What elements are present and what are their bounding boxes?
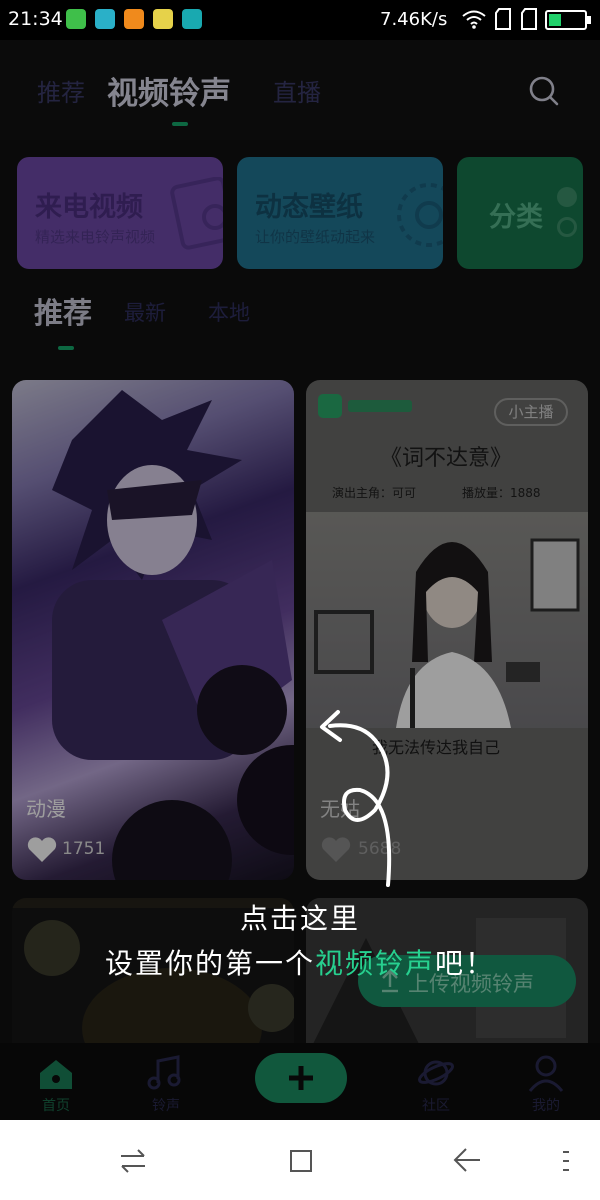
status-bar: 21:34 7.46K/s (0, 0, 600, 40)
category-subtitle: 精选来电铃声视频 (35, 228, 156, 246)
category-classify[interactable]: 分类 (457, 157, 583, 269)
system-nav-bar (0, 1120, 600, 1200)
subtab-indicator (58, 346, 74, 350)
poster-meta-left: 演出主角：可可 (332, 486, 417, 500)
heart-icon[interactable] (26, 836, 58, 864)
nav-label: 首页 (42, 1098, 70, 1114)
guide-arrow (320, 710, 392, 887)
app-notification-icon (95, 9, 115, 29)
like-count: 1751 (62, 839, 106, 859)
category-incoming-video[interactable]: 来电视频 精选来电铃声视频 (17, 157, 223, 269)
video-card[interactable]: 动漫 1751 (12, 380, 294, 880)
hint-text: 设置你的第一个 (104, 947, 315, 980)
nav-label: 我的 (532, 1098, 560, 1114)
category-live-wallpaper[interactable]: 动态壁纸 让你的壁纸动起来 (237, 157, 443, 269)
battery-icon (545, 10, 591, 30)
nav-home[interactable]: 首页 (16, 1043, 96, 1120)
hint-line-2: 设置你的第一个视频铃声吧！ (0, 942, 600, 982)
video-frame (306, 512, 588, 728)
category-title: 来电视频 (35, 192, 143, 223)
girl-thumbnail (314, 538, 580, 728)
poster-title: 《词不达意》 (380, 446, 513, 471)
user-icon (528, 1055, 564, 1092)
category-title: 动态壁纸 (255, 192, 363, 223)
tab-video-ringtone[interactable]: 视频铃声 (107, 68, 231, 113)
app-notification-icon (153, 9, 173, 29)
streamer-badge: 小主播 (494, 398, 568, 426)
nav-ringtone[interactable]: 铃声 (126, 1043, 206, 1120)
tab-recommend[interactable]: 推荐 (37, 73, 85, 108)
hint-text: 吧！ (435, 947, 496, 980)
video-label: 动漫 (26, 797, 66, 821)
wifi-icon (462, 10, 486, 29)
music-note-icon (147, 1055, 181, 1090)
back-icon[interactable] (452, 1146, 482, 1174)
plus-icon (289, 1066, 313, 1090)
decor-dot (557, 187, 577, 207)
hint-highlight: 视频铃声 (314, 947, 435, 980)
subtab-recommend[interactable]: 推荐 (34, 290, 92, 332)
sim-icon (495, 8, 511, 30)
search-icon[interactable] (528, 75, 560, 107)
app-logo-text (348, 400, 412, 412)
switch-icon[interactable] (118, 1148, 148, 1174)
category-title: 分类 (489, 202, 543, 233)
subtab-local[interactable]: 本地 (208, 297, 250, 327)
nav-profile[interactable]: 我的 (506, 1043, 586, 1120)
hint-text: 点击这里 (239, 902, 360, 935)
nav-label: 社区 (422, 1098, 450, 1114)
app-notification-icon (66, 9, 86, 29)
nav-label: 铃声 (152, 1098, 180, 1114)
network-speed: 7.46K/s (380, 9, 448, 30)
usb-icon (182, 9, 202, 29)
home-icon (40, 1060, 72, 1089)
warning-icon (124, 9, 144, 29)
home-square-icon[interactable] (288, 1148, 314, 1174)
status-time: 21:34 (8, 8, 63, 30)
decor-dot (557, 217, 577, 237)
create-button[interactable] (255, 1053, 347, 1103)
menu-dots-icon[interactable] (560, 1148, 572, 1174)
nav-community[interactable]: 社区 (396, 1043, 476, 1120)
hint-line-1: 点击这里 (0, 897, 600, 937)
active-tab-indicator (172, 122, 188, 126)
top-header: 推荐 视频铃声 直播 (0, 40, 600, 140)
wallpaper-gear-icon (397, 183, 443, 247)
planet-icon (417, 1060, 455, 1086)
tab-live[interactable]: 直播 (273, 73, 321, 108)
bottom-nav: 首页 铃声 社区 我的 (0, 1043, 600, 1120)
category-subtitle: 让你的壁纸动起来 (255, 228, 376, 246)
app-logo-icon (318, 394, 342, 418)
poster-meta-right: 播放量：1888 (462, 486, 541, 500)
sim-icon (521, 8, 537, 30)
video-frame-icon (170, 177, 223, 250)
subtab-latest[interactable]: 最新 (124, 297, 166, 327)
